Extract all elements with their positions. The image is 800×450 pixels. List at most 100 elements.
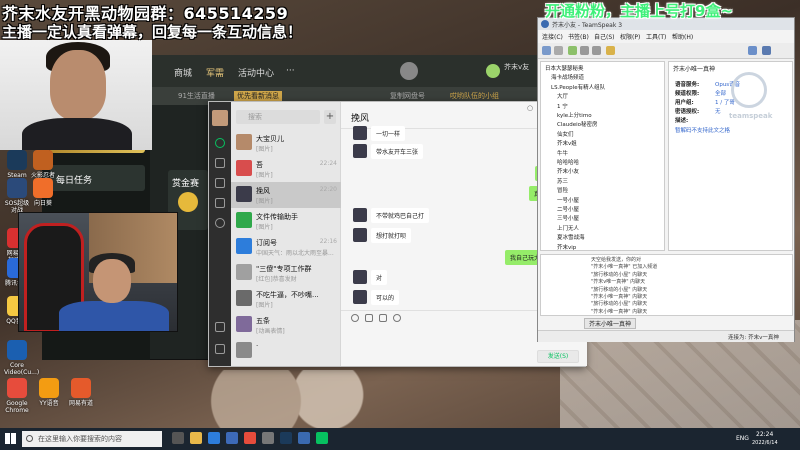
files-icon[interactable] — [215, 198, 225, 208]
ts-channel-item[interactable]: 冒险 — [545, 186, 568, 194]
folder-icon[interactable] — [365, 314, 373, 322]
obs-icon[interactable] — [262, 432, 274, 444]
ts-chat-tab[interactable]: 芥末小唯一真神 — [584, 318, 637, 329]
teamspeak-taskbar-icon[interactable] — [298, 432, 310, 444]
ts-settings-icon[interactable] — [762, 46, 771, 55]
ts-channel-item[interactable]: 哈哈哈哈 — [545, 158, 579, 166]
taskbar-search-input[interactable]: 在这里输入你要搜索的内容 — [22, 431, 162, 447]
ts-channel-item[interactable]: 芥末小友 — [545, 167, 579, 175]
mute-speaker-icon[interactable] — [592, 46, 601, 55]
ts-channel-item[interactable]: 芥末vip — [545, 243, 576, 250]
ts-channel-item[interactable]: 大厅 — [545, 92, 568, 100]
task-view-icon[interactable] — [172, 432, 184, 444]
moments-icon[interactable] — [215, 218, 225, 228]
mute-mic-icon[interactable] — [580, 46, 589, 55]
daily-task-label: 每日任务 — [56, 176, 93, 186]
ts-menu-item[interactable]: 连接(C) — [542, 32, 563, 41]
ts-menubar: 连接(C) 书签(B) 自己(S) 权限(P) 工具(T) 帮助(H) — [538, 31, 794, 42]
phone-icon[interactable] — [215, 322, 225, 332]
add-chat-button[interactable]: + — [324, 110, 336, 124]
ts-menu-item[interactable]: 工具(T) — [646, 32, 666, 41]
menu-icon[interactable] — [215, 344, 225, 354]
ts-channel-item[interactable]: 日本大瑟瑟秘奥 — [545, 64, 584, 72]
chat-list-item[interactable]: 订阅号 中国天气：雨以北大雨至暴... 22:16 — [231, 234, 341, 260]
pin-button[interactable]: ○ — [527, 104, 533, 112]
chat-avatar — [236, 316, 252, 332]
tray-language[interactable]: ENG — [736, 435, 749, 442]
ts-channel-item[interactable]: 芥末v姐 — [545, 139, 577, 147]
ts-channel-item[interactable]: 海卡战场频道 — [545, 73, 584, 81]
ts-channel-item[interactable]: 上门无人 — [545, 224, 579, 232]
ts-user-icon[interactable] — [748, 46, 757, 55]
chat-list-item[interactable]: 五条 [动画表情] — [231, 312, 341, 338]
bookmark-icon[interactable] — [606, 46, 615, 55]
ts-channel-item[interactable]: LS.People有精人组队 — [545, 83, 605, 91]
chrome-icon[interactable] — [244, 432, 256, 444]
edge-icon[interactable] — [208, 432, 220, 444]
game-sub-item[interactable]: 91生活直播 — [178, 91, 215, 101]
ts-channel-item[interactable]: 一号小屋 — [545, 196, 579, 204]
desktop-icon-label: Google Chrome — [5, 400, 29, 414]
chat-list-item[interactable]: 大宝贝儿 [图片] — [231, 130, 341, 156]
ts-channel-item[interactable]: kyle上分timo — [545, 111, 592, 119]
ts-info-key: 频道权限: — [675, 91, 700, 97]
chat-icon[interactable] — [215, 138, 225, 148]
ts-menu-item[interactable]: 帮助(H) — [672, 32, 693, 41]
desktop-icon[interactable]: 网易有道 — [68, 378, 94, 407]
favorites-icon[interactable] — [215, 178, 225, 188]
chat-list-item[interactable]: "三傻"专项工作群 [红包]恭喜发财 — [231, 260, 341, 286]
chat-list-item[interactable]: 不吃牛逼，不吵嘴... [图片] — [231, 286, 341, 312]
ts-channel-item[interactable]: 仙女们 — [545, 130, 574, 138]
game-nav-supply[interactable]: 军需 — [206, 66, 224, 79]
send-button[interactable]: 发送(S) — [537, 350, 579, 363]
tray-time[interactable]: 22:24 — [756, 431, 773, 438]
chat-list-item[interactable]: · — [231, 338, 341, 364]
desktop-icon[interactable]: 火影忍者 — [30, 150, 56, 179]
chat-name: 挽风 — [256, 187, 270, 195]
ts-channel-item[interactable]: 三号小屋 — [545, 214, 579, 222]
ts-channel-item[interactable]: 1 宁 — [545, 102, 568, 110]
away-icon[interactable] — [568, 46, 577, 55]
ts-channel-item[interactable]: 苏三 — [545, 177, 568, 185]
connect-icon[interactable] — [542, 46, 551, 55]
emoji-icon[interactable] — [351, 314, 359, 322]
desktop-icon[interactable]: 向日葵 — [30, 178, 56, 207]
game-nav-events[interactable]: 活动中心 — [238, 66, 274, 79]
scissors-icon[interactable] — [379, 314, 387, 322]
message-bubble: 想打就打呗 — [371, 228, 412, 243]
game-nav-more[interactable]: ··· — [286, 66, 295, 76]
game-sub-item[interactable]: 优先看新消息 — [234, 91, 282, 101]
wechat-profile-avatar[interactable] — [212, 110, 228, 126]
chat-list-item[interactable]: 文件传输助手 [图片] — [231, 208, 341, 234]
contacts-icon[interactable] — [215, 158, 225, 168]
desktop-icon[interactable]: YY语音 — [36, 378, 62, 407]
ts-channel-item[interactable]: 二号小屋 — [545, 205, 579, 213]
desktop-icon[interactable]: Google Chrome — [4, 378, 30, 414]
ts-status-right: 连接为: 芥末v一真神 — [728, 335, 779, 341]
windows-start-icon[interactable] — [5, 433, 16, 444]
disconnect-icon[interactable] — [554, 46, 563, 55]
game-sub-item[interactable]: 哎哟队伍的小组 — [450, 91, 499, 101]
chat-list-item[interactable]: 挽风 [图片] 22:20 — [231, 182, 341, 208]
ts-channel-item[interactable]: 夏冰雪战海 — [545, 233, 585, 241]
chat-history-icon[interactable] — [393, 314, 401, 322]
ts-menu-item[interactable]: 权限(P) — [620, 32, 640, 41]
windows-taskbar: 在这里输入你要搜索的内容 ENG 22:24 2022/6/14 — [0, 428, 800, 450]
game-nav-shop[interactable]: 商城 — [174, 66, 192, 79]
steam-icon[interactable] — [280, 432, 292, 444]
desktop-icon[interactable]: Core Video(Cu...) — [4, 340, 39, 376]
game-sub-item[interactable]: 复制网盘号 — [390, 91, 425, 101]
store-icon[interactable] — [226, 432, 238, 444]
ts-menu-item[interactable]: 自己(S) — [594, 32, 615, 41]
ts-menu-item[interactable]: 书签(B) — [568, 32, 589, 41]
tray-date[interactable]: 2022/6/14 — [752, 440, 778, 446]
player-avatar[interactable] — [486, 64, 500, 78]
ts-channel-item[interactable]: 牛牛 — [545, 149, 568, 157]
file-explorer-icon[interactable] — [190, 432, 202, 444]
desktop-icon[interactable]: SOS超级对战 — [4, 178, 30, 214]
chat-list-item[interactable]: 吾 [图片] 22:24 — [231, 156, 341, 182]
ts-channel-item[interactable]: Claudeio秘密房 — [545, 120, 598, 128]
desktop-icon[interactable]: Steam — [4, 150, 30, 179]
wechat-taskbar-icon[interactable] — [316, 432, 328, 444]
wechat-search-input[interactable]: 搜索 — [236, 110, 320, 124]
